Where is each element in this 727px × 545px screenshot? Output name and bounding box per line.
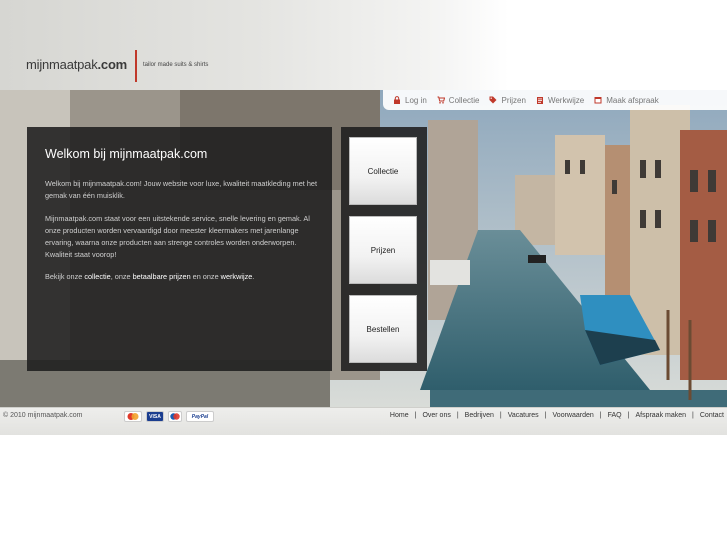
copyright: © 2010 mijnmaatpak.com [3, 412, 83, 419]
nav-prijzen-label: Prijzen [501, 95, 526, 105]
maestro-icon [168, 411, 182, 422]
footer-link-contact[interactable]: Contact [700, 412, 724, 419]
nav-collectie-label: Collectie [448, 95, 480, 105]
welcome-paragraph-1: Welkom bij mijnmaatpak.com! Jouw website… [45, 179, 317, 200]
link-werkwijze[interactable]: werkwijze [221, 272, 253, 281]
logo-main: mijnmaatpak [26, 57, 98, 72]
collectie-button[interactable]: Collectie [349, 137, 417, 205]
page: mijnmaatpak.com tailor made suits & shir… [0, 0, 727, 545]
footer-link-afspraak-maken[interactable]: Afspraak maken [635, 412, 686, 419]
footer-link-over-ons[interactable]: Over ons [422, 412, 450, 419]
nav-login[interactable]: Log in [393, 96, 427, 105]
p3-text-b: , onze [110, 272, 133, 281]
separator: | [627, 412, 630, 419]
link-betaalbare-prijzen[interactable]: betaalbare prijzen [133, 272, 191, 281]
blank-area [0, 435, 727, 545]
logo-tld: .com [97, 57, 128, 72]
calendar-icon [594, 97, 602, 104]
nav-maak-afspraak-label: Maak afspraak [606, 95, 659, 105]
p3-text-c: en onze [190, 272, 221, 281]
p3-text-d: . [252, 272, 255, 281]
logo[interactable]: mijnmaatpak.com [26, 57, 127, 72]
nav-werkwijze-label: Werkwijze [547, 95, 585, 105]
top-nav: Log in Collectie Prijzen Werkwijze Maak … [383, 90, 727, 110]
welcome-paragraph-3: Bekijk onze collectie, onze betaalbare p… [45, 271, 320, 283]
footer-link-bedrijven[interactable]: Bedrijven [465, 412, 494, 419]
link-collectie[interactable]: collectie [84, 272, 110, 281]
separator: | [692, 412, 694, 419]
prijzen-button[interactable]: Prijzen [349, 216, 417, 284]
footer-link-faq[interactable]: FAQ [608, 412, 622, 419]
nav-maak-afspraak[interactable]: Maak afspraak [594, 95, 659, 105]
footer-link-home[interactable]: Home [390, 412, 409, 419]
separator: | [414, 412, 417, 419]
visa-icon: VISA [146, 411, 164, 422]
payment-methods: VISA PayPal [124, 411, 214, 422]
nav-prijzen[interactable]: Prijzen [489, 95, 526, 105]
bestellen-button[interactable]: Bestellen [349, 295, 417, 363]
separator: | [599, 412, 602, 419]
footer: © 2010 mijnmaatpak.com VISA PayPal Home |… [0, 407, 727, 435]
header: mijnmaatpak.com tailor made suits & shir… [0, 0, 727, 90]
nav-werkwijze[interactable]: Werkwijze [536, 96, 584, 105]
side-button-panel: Collectie Prijzen Bestellen [341, 127, 427, 371]
welcome-title: Welkom bij mijnmaatpak.com [45, 147, 208, 161]
tag-icon [489, 96, 497, 104]
nav-collectie[interactable]: Collectie [437, 95, 480, 105]
separator: | [499, 412, 502, 419]
logo-tagline: tailor made suits & shirts [143, 62, 209, 68]
cart-icon [437, 96, 445, 104]
footer-links: Home | Over ons | Bedrijven | Vacatures | Vo… [390, 412, 724, 419]
logo-divider [135, 50, 137, 82]
p3-text-a: Bekijk onze [45, 272, 85, 281]
separator: | [456, 412, 459, 419]
footer-link-voorwaarden[interactable]: Voorwaarden [553, 412, 594, 419]
welcome-panel: Welkom bij mijnmaatpak.com Welkom bij mi… [27, 127, 332, 371]
separator: | [544, 412, 547, 419]
paypal-icon: PayPal [186, 411, 214, 422]
footer-link-vacatures[interactable]: Vacatures [508, 412, 539, 419]
clipboard-icon [536, 97, 543, 104]
lock-icon [394, 96, 400, 104]
welcome-paragraph-2: Mijnmaatpak.com staat voor een uitsteken… [45, 214, 310, 259]
mastercard-icon [124, 411, 142, 422]
nav-login-label: Log in [405, 95, 427, 105]
